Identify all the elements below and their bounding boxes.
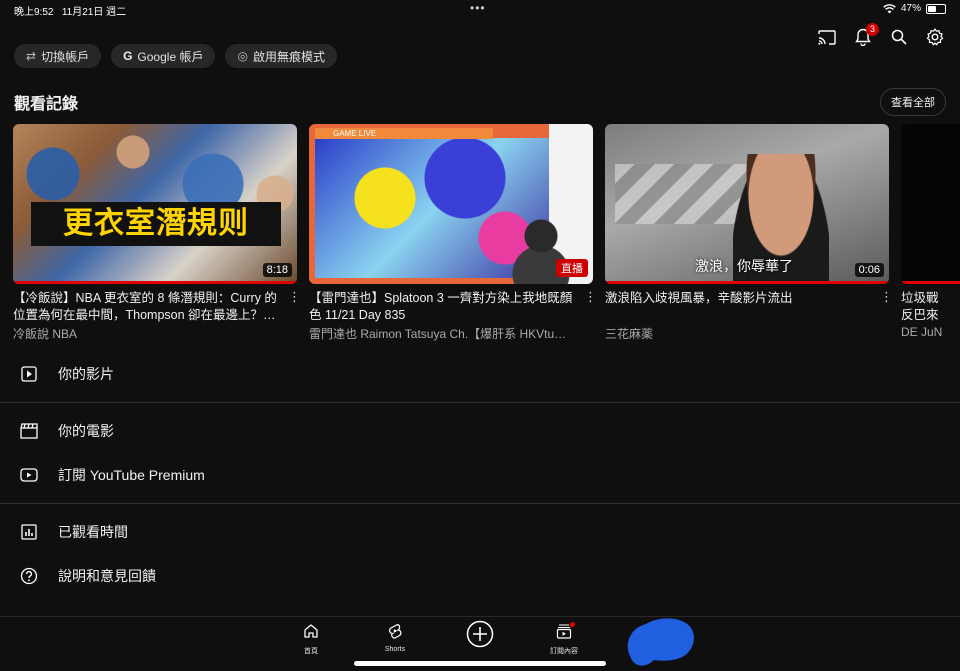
video-channel[interactable]: DE JuN — [901, 325, 960, 339]
more-options-icon[interactable]: ⋮ — [288, 289, 301, 305]
menu-label: 訂閱 YouTube Premium — [58, 467, 205, 483]
watch-progress-bar — [901, 281, 960, 284]
live-badge: 直播 — [556, 259, 588, 277]
nav-shorts[interactable]: Shorts — [365, 623, 425, 653]
video-card[interactable]: GAME LIVE 直播 【雷門達也】Splatoon 3 一齊對方染上我地既顏… — [309, 124, 597, 342]
google-g-icon: G — [123, 49, 133, 63]
video-thumbnail[interactable] — [901, 124, 960, 284]
video-duration: 0:06 — [854, 263, 884, 277]
nav-create[interactable] — [450, 620, 510, 653]
nav-label: 訂閱內容 — [550, 648, 578, 655]
notifications-button[interactable]: 3 — [852, 23, 879, 48]
live-banner: GAME LIVE — [315, 128, 493, 139]
chip-label: 切換帳戶 — [41, 49, 90, 64]
thumbnail-subtitle: 激浪，你辱華了 — [695, 258, 793, 274]
bar-chart-icon — [18, 521, 40, 543]
status-indicators: 47% — [883, 3, 946, 14]
help-icon — [18, 565, 40, 587]
video-title[interactable]: 【冷飯說】NBA 更衣室的 8 條潛規則：Curry 的位置為何在最中間，Tho… — [13, 290, 285, 324]
multitasking-dots[interactable]: ••• — [470, 1, 486, 15]
switch-account-chip[interactable]: ⇄ 切換帳戶 — [14, 44, 102, 68]
create-icon — [466, 620, 494, 648]
nav-home[interactable]: 首頁 — [281, 623, 341, 656]
nav-subscriptions[interactable]: 訂閱內容 — [534, 622, 594, 656]
status-bar: 晚上9:52 11月21日 週二 ••• 47% — [0, 0, 960, 18]
incognito-chip[interactable]: ◎ 啟用無痕模式 — [225, 44, 337, 68]
status-time: 晚上9:52 — [14, 7, 54, 18]
watch-progress-bar — [605, 281, 889, 284]
status-date: 11月21日 週二 — [61, 7, 127, 18]
battery-icon — [926, 3, 946, 14]
video-title[interactable]: 【雷門達也】Splatoon 3 一齊對方染上我地既顏色 11/21 Day 8… — [309, 290, 581, 324]
thumbnail-caption: 更衣室潛規则 — [31, 202, 281, 246]
play-square-icon — [18, 363, 40, 385]
cast-icon — [818, 29, 836, 45]
menu-help-feedback[interactable]: 說明和意見回饋 — [0, 554, 960, 598]
menu-youtube-premium[interactable]: 訂閱 YouTube Premium — [0, 453, 960, 497]
redaction-blob — [627, 618, 694, 666]
menu-time-watched[interactable]: 已觀看時間 — [0, 510, 960, 554]
chip-label: 啟用無痕模式 — [252, 49, 325, 64]
bottom-navigation: 首頁 Shorts 訂閱內容 — [0, 616, 960, 671]
library-menu: 你的影片 你的電影 訂閱 YouTube Premium 已觀看時間 說明和意見… — [0, 352, 960, 598]
video-thumbnail[interactable]: 激浪，你辱華了 0:06 — [605, 124, 889, 284]
history-video-row: 更衣室潛規则 8:18 【冷飯說】NBA 更衣室的 8 條潛規則：Curry 的… — [13, 124, 960, 344]
switch-account-icon: ⇄ — [26, 49, 37, 63]
search-button[interactable] — [888, 26, 910, 48]
google-account-chip[interactable]: G Google 帳戶 — [111, 44, 216, 68]
more-options-icon[interactable]: ⋮ — [584, 289, 597, 305]
video-card[interactable]: 激浪，你辱華了 0:06 激浪陷入歧視風暴，辛酸影片流出 三花麻薬 ⋮ — [605, 124, 893, 342]
gear-icon — [926, 28, 944, 46]
video-card[interactable]: 更衣室潛規则 8:18 【冷飯說】NBA 更衣室的 8 條潛規則：Curry 的… — [13, 124, 301, 342]
wifi-icon — [883, 3, 896, 13]
menu-label: 你的影片 — [58, 366, 114, 382]
nav-label: 首頁 — [304, 648, 318, 655]
home-indicator[interactable] — [354, 661, 606, 666]
incognito-icon: ◎ — [237, 49, 248, 63]
shorts-icon — [389, 623, 402, 639]
video-thumbnail[interactable]: 更衣室潛規则 8:18 — [13, 124, 297, 284]
status-time-date: 晚上9:52 11月21日 週二 — [14, 3, 126, 18]
new-content-dot — [570, 622, 575, 627]
history-title[interactable]: 觀看記錄 — [14, 90, 78, 114]
youtube-icon — [18, 464, 40, 486]
search-icon — [891, 29, 907, 45]
video-thumbnail[interactable]: GAME LIVE 直播 — [309, 124, 593, 284]
video-duration: 8:18 — [262, 263, 292, 277]
video-channel[interactable]: 三花麻薬 — [605, 325, 877, 342]
account-chips: ⇄ 切換帳戶 G Google 帳戶 ◎ 啟用無痕模式 — [14, 44, 337, 68]
video-title[interactable]: 垃圾戰反巴來是!?」 — [901, 290, 949, 324]
chip-label: Google 帳戶 — [137, 49, 204, 64]
header-actions: 3 — [816, 23, 946, 48]
menu-label: 已觀看時間 — [58, 524, 128, 540]
menu-label: 說明和意見回饋 — [58, 568, 156, 584]
divider — [0, 402, 960, 403]
watch-progress-bar — [13, 281, 297, 284]
settings-button[interactable] — [924, 26, 946, 48]
menu-your-movies[interactable]: 你的電影 — [0, 409, 960, 453]
notification-badge: 3 — [866, 23, 879, 36]
cast-button[interactable] — [816, 26, 838, 48]
more-options-icon[interactable]: ⋮ — [880, 289, 893, 305]
battery-percent: 47% — [900, 3, 921, 14]
divider — [0, 503, 960, 504]
video-channel[interactable]: 雷門達也 Raimon Tatsuya Ch.【爆肝系 HKVtu… — [309, 325, 581, 342]
video-card[interactable]: 垃圾戰反巴來是!?」 DE JuN — [901, 124, 960, 339]
menu-label: 你的電影 — [58, 423, 114, 439]
menu-your-videos[interactable]: 你的影片 — [0, 352, 960, 396]
clapperboard-icon — [18, 420, 40, 442]
view-all-button[interactable]: 查看全部 — [880, 88, 946, 116]
video-title[interactable]: 激浪陷入歧視風暴，辛酸影片流出 — [605, 290, 877, 324]
home-icon — [304, 624, 318, 638]
nav-label: Shorts — [384, 646, 406, 653]
video-channel[interactable]: 冷飯說 NBA — [13, 325, 285, 342]
